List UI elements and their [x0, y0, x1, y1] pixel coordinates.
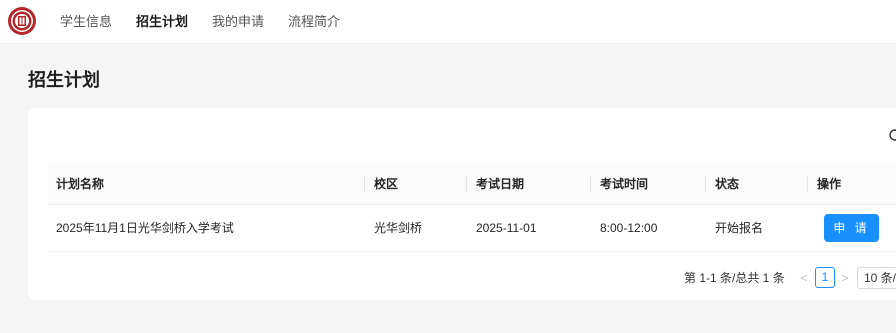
- pagination-next-icon[interactable]: >: [839, 268, 851, 288]
- nav-item-enrollment-plan[interactable]: 招生计划: [136, 0, 188, 44]
- column-divider: [466, 176, 467, 192]
- pagination-total: 第 1-1 条/总共 1 条: [684, 271, 785, 285]
- column-header-status: 状态: [715, 177, 740, 191]
- nav-item-process-intro[interactable]: 流程简介: [288, 0, 340, 44]
- column-header-plan-name: 计划名称: [56, 177, 105, 191]
- apply-button[interactable]: 申 请: [824, 214, 879, 242]
- column-header-exam-date: 考试日期: [476, 177, 525, 191]
- cell-status: 开始报名: [715, 221, 764, 235]
- column-header-exam-time: 考试时间: [600, 177, 649, 191]
- column-header-action: 操作: [817, 177, 842, 191]
- page-size-select[interactable]: 10 条/页: [857, 267, 896, 289]
- table-header: 计划名称 校区 考试日期 考试时间 状态 操作: [48, 163, 896, 205]
- column-divider: [364, 176, 365, 192]
- cell-plan-name: 2025年11月1日光华剑桥入学考试: [56, 221, 234, 235]
- cell-exam-time: 8:00-12:00: [600, 221, 658, 235]
- pagination-prev-icon[interactable]: <: [798, 268, 810, 288]
- column-divider: [705, 176, 706, 192]
- column-divider: [807, 176, 808, 192]
- page-title: 招生计划: [28, 70, 100, 90]
- cell-exam-date: 2025-11-01: [476, 221, 537, 235]
- cell-campus: 光华剑桥: [374, 221, 423, 235]
- nav-item-my-applications[interactable]: 我的申请: [212, 0, 264, 44]
- pagination-page-1[interactable]: 1: [815, 267, 835, 288]
- column-header-campus: 校区: [374, 177, 399, 191]
- column-divider: [590, 176, 591, 192]
- table-row: 2025年11月1日光华剑桥入学考试 光华剑桥 2025-11-01 8:00-…: [48, 205, 896, 252]
- school-logo-icon[interactable]: [7, 6, 37, 36]
- nav-item-student-info[interactable]: 学生信息: [60, 0, 112, 44]
- top-navigation-bar: 学生信息 招生计划 我的申请 流程简介: [0, 0, 896, 44]
- search-icon[interactable]: [888, 128, 896, 144]
